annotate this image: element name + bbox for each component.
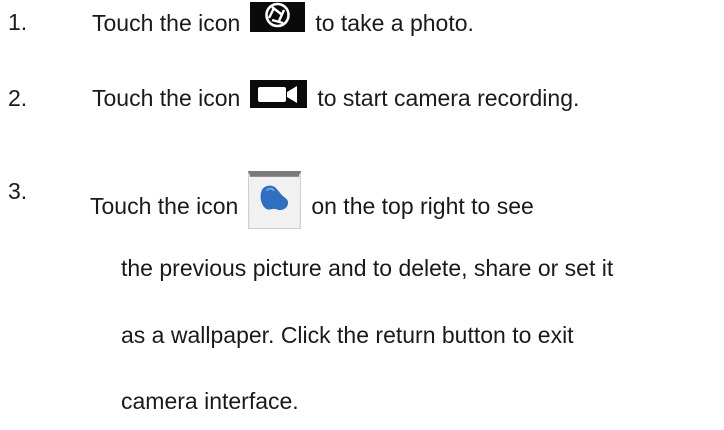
step-3-text-after: on the top right to see bbox=[311, 193, 534, 219]
step-3-continuation-line-2: as a wallpaper. Click the return button … bbox=[121, 322, 574, 348]
step-2-text-before: Touch the icon bbox=[92, 85, 241, 111]
step-2-line: Touch the icon to start camera recording… bbox=[92, 80, 580, 112]
gallery-thumbnail-icon bbox=[248, 171, 302, 235]
step-2-text-after: to start camera recording. bbox=[317, 85, 580, 111]
step-2-number: 2. bbox=[8, 85, 28, 111]
step-1-number: 1. bbox=[8, 9, 28, 35]
step-3-continuation-line-1: the previous picture and to delete, shar… bbox=[121, 255, 614, 281]
step-3-number: 3. bbox=[8, 178, 28, 204]
step-1-line: Touch the icon to take a photo. bbox=[92, 2, 474, 38]
step-3-continuation-line-3: camera interface. bbox=[121, 388, 299, 414]
step-3-text-before: Touch the icon bbox=[90, 193, 239, 219]
video-camera-icon bbox=[250, 80, 308, 112]
step-1-text-after: to take a photo. bbox=[315, 10, 474, 36]
step-1-text-before: Touch the icon bbox=[92, 10, 241, 36]
camera-shutter-icon bbox=[250, 2, 306, 38]
step-3-line: Touch the icon on the top right to see bbox=[90, 171, 534, 235]
